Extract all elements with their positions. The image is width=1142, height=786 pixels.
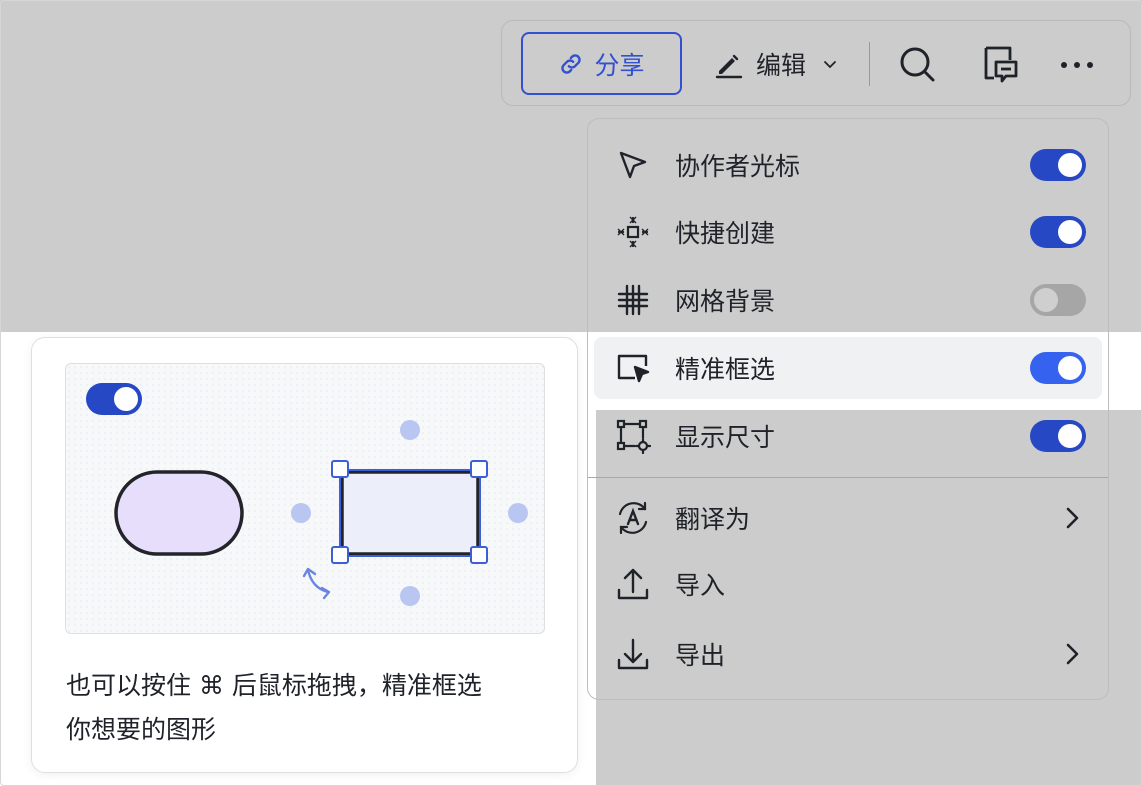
- share-label: 分享: [594, 50, 645, 80]
- chevron-right-icon: [1066, 507, 1079, 529]
- collab-cursor-toggle[interactable]: [1030, 149, 1086, 181]
- show-size-toggle[interactable]: [1030, 420, 1086, 452]
- menu-item-label: 快捷创建: [675, 219, 776, 248]
- menu-item-translate[interactable]: 翻译为: [594, 487, 1102, 549]
- menu-item-import[interactable]: 导入: [594, 553, 1102, 615]
- chevron-down-icon: [824, 61, 836, 69]
- pen-icon: [715, 54, 743, 79]
- menu-item-collab-cursor[interactable]: 协作者光标: [594, 134, 1102, 196]
- illus-pill-shape: [114, 470, 244, 556]
- search-button[interactable]: [896, 43, 938, 85]
- cursor-icon: [614, 146, 652, 184]
- menu-item-label: 导入: [675, 571, 726, 600]
- show-size-icon: [614, 417, 652, 455]
- menu-item-label: 协作者光标: [675, 152, 801, 181]
- more-button[interactable]: [1056, 43, 1098, 85]
- feature-tip-card: 也可以按住 ⌘ 后鼠标拖拽，精准框选 你想要的图形: [31, 337, 578, 773]
- menu-item-label: 网格背景: [675, 287, 776, 316]
- grid-icon: [614, 281, 652, 319]
- illus-selected-rect: [340, 470, 480, 556]
- search-icon: [900, 47, 935, 82]
- more-icon: [1061, 62, 1093, 68]
- precise-select-icon: [614, 349, 652, 387]
- tip-text-line1: 也可以按住 ⌘ 后鼠标拖拽，精准框选: [66, 671, 482, 700]
- menu-item-label: 导出: [675, 641, 726, 670]
- comment-icon: [984, 46, 1018, 83]
- menu-divider: [588, 477, 1108, 478]
- quick-create-icon: [614, 213, 652, 251]
- chevron-right-icon: [1066, 643, 1079, 665]
- menu-item-quick-create[interactable]: 快捷创建: [594, 201, 1102, 263]
- share-button[interactable]: 分享: [521, 32, 682, 95]
- edit-label: 编辑: [756, 51, 807, 80]
- edit-dropdown-button[interactable]: 编辑: [714, 40, 854, 88]
- menu-item-export[interactable]: 导出: [594, 623, 1102, 685]
- menu-item-show-size[interactable]: 显示尺寸: [594, 405, 1102, 467]
- quick-create-toggle[interactable]: [1030, 216, 1086, 248]
- menu-item-precise-select[interactable]: 精准框选: [594, 337, 1102, 399]
- menu-item-label: 精准框选: [675, 355, 776, 384]
- rotate-icon: [302, 567, 331, 600]
- menu-item-grid-background[interactable]: 网格背景: [594, 269, 1102, 331]
- grid-background-toggle[interactable]: [1030, 284, 1086, 316]
- import-icon: [614, 565, 652, 603]
- comment-button[interactable]: [979, 43, 1021, 85]
- menu-item-label: 翻译为: [675, 505, 751, 534]
- tip-text: 也可以按住 ⌘ 后鼠标拖拽，精准框选 你想要的图形: [66, 664, 546, 752]
- precise-select-illustration: [65, 363, 545, 634]
- export-icon: [614, 635, 652, 673]
- menu-item-label: 显示尺寸: [675, 423, 776, 452]
- translate-icon: [614, 499, 652, 537]
- link-icon: [561, 53, 582, 74]
- tip-text-line2: 你想要的图形: [66, 715, 217, 744]
- precise-select-toggle[interactable]: [1030, 352, 1086, 384]
- toolbar-divider: [869, 42, 870, 86]
